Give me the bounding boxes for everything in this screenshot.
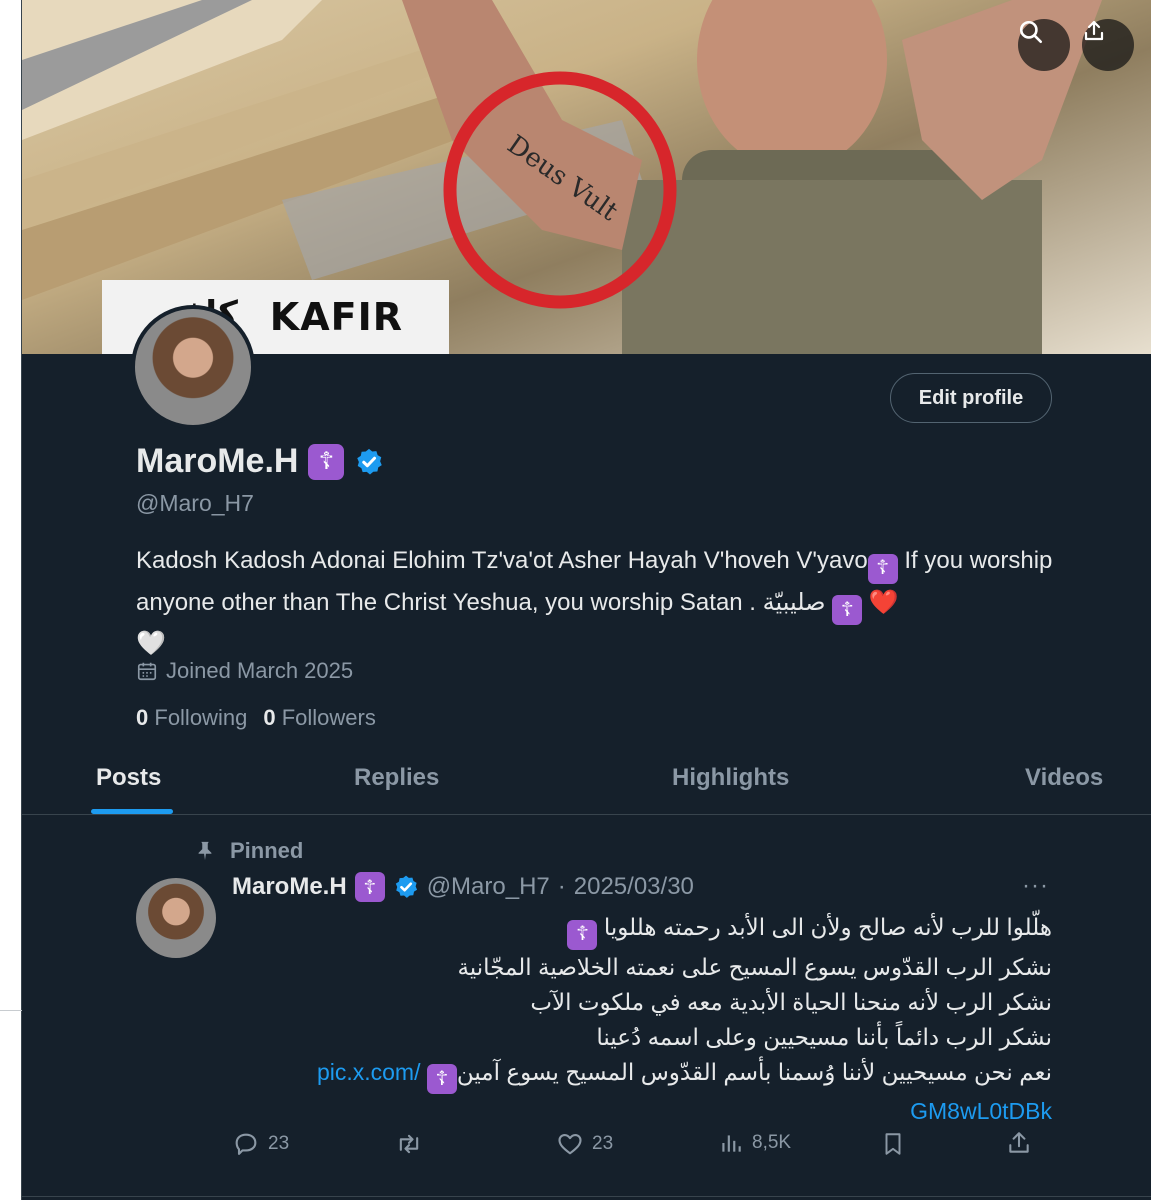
meta-separator: · <box>557 873 566 900</box>
left-edge <box>0 0 22 1200</box>
search-button[interactable] <box>1018 19 1070 71</box>
post-line: نشكر الرب القدّوس يسوع المسيح على نعمته … <box>457 953 1052 980</box>
profile-page: Deus Vult كافر KAFIR Edit profile MaroMe… <box>22 0 1151 1200</box>
share-profile-button[interactable] <box>1082 19 1134 71</box>
more-options-icon[interactable]: ··· <box>1022 872 1049 900</box>
media-link-continued[interactable]: GM8wL0tDBk <box>910 1098 1052 1124</box>
orthodox-cross-emoji: ☦ <box>867 553 898 584</box>
following-label: Following <box>154 705 248 730</box>
tab-videos[interactable]: Videos <box>1025 764 1103 792</box>
edit-profile-button[interactable]: Edit profile <box>890 373 1052 423</box>
followers-label: Followers <box>281 705 376 730</box>
repost-icon <box>399 1134 419 1154</box>
following-count: 0 <box>136 705 149 730</box>
profile-name-row: MaroMe.H ☦ <box>136 442 384 481</box>
media-link[interactable]: pic.x.com/ <box>317 1059 421 1085</box>
profile-avatar[interactable] <box>131 305 255 429</box>
profile-handle: @Maro_H7 <box>136 490 254 516</box>
reply-icon <box>235 1133 257 1155</box>
followers-count: 0 <box>263 705 276 730</box>
display-name: MaroMe.H <box>136 442 299 480</box>
post-line-text: نعم نحن مسيحيين لأننا وُسمنا بأسم القدّو… <box>456 1058 1052 1085</box>
post-text: هلّلوا للرب لأنه صالح ولأن الى الأبد رحم… <box>232 910 1052 1129</box>
profile-bio: Kadosh Kadosh Adonai Elohim Tz'va'ot Ash… <box>136 542 1066 662</box>
post-line: نشكر الرب دائماً بأننا مسيحيين وعلى اسمه… <box>596 1023 1052 1050</box>
orthodox-cross-emoji: ☦ <box>354 872 385 902</box>
bookmark-icon <box>885 1133 901 1155</box>
post-line: GM8wL0tDBk <box>232 1094 1052 1129</box>
calendar-icon <box>137 662 157 681</box>
reply-count: 23 <box>268 1133 290 1154</box>
like-button[interactable]: 23 <box>556 1130 613 1158</box>
view-count: 8,5K <box>752 1132 792 1153</box>
post-date[interactable]: 2025/03/30 <box>574 873 694 901</box>
post-line: نعم نحن مسيحيين لأننا وُسمنا بأسم القدّو… <box>232 1055 1052 1094</box>
verified-badge-icon[interactable] <box>354 447 384 477</box>
white-heart-emoji: 🤍 <box>136 630 166 657</box>
views-button[interactable]: 8,5K <box>718 1130 791 1156</box>
profile-tabs: Posts Replies Highlights Videos <box>22 746 1151 815</box>
follow-stats: 0 Following 0 Followers <box>136 705 376 731</box>
verified-badge-icon[interactable] <box>393 874 419 900</box>
pin-icon <box>198 841 212 861</box>
orthodox-cross-emoji: ☦ <box>832 595 863 625</box>
joined-text: Joined March 2025 <box>166 658 354 683</box>
banner-caption-text: KAFIR <box>269 295 403 339</box>
bio-text-1: Kadosh Kadosh Adonai Elohim Tz'va'ot Ash… <box>136 547 868 574</box>
post-author-handle[interactable]: @Maro_H7 <box>427 873 550 901</box>
views-icon <box>722 1135 741 1152</box>
active-tab-indicator <box>91 809 173 814</box>
followers-link[interactable]: 0 Followers <box>263 705 376 731</box>
tab-replies[interactable]: Replies <box>354 764 439 792</box>
heart-icon <box>558 1133 582 1155</box>
reply-button[interactable]: 23 <box>232 1130 289 1158</box>
like-count: 23 <box>592 1133 614 1154</box>
post-header: MaroMe.H ☦ @Maro_H7 · 2025/03/30 <box>232 872 694 902</box>
post-line-text: هلّلوا للرب لأنه صالح ولأن الى الأبد رحم… <box>603 914 1052 940</box>
share-icon <box>1009 1132 1029 1153</box>
share-icon <box>1084 20 1104 41</box>
profile-banner[interactable]: Deus Vult كافر KAFIR <box>22 0 1151 354</box>
bookmark-button[interactable] <box>880 1130 906 1158</box>
post-line: نشكر الرب لأنه منحنا الحياة الأبدية معه … <box>530 988 1052 1015</box>
post-divider <box>22 1196 1151 1197</box>
tab-highlights[interactable]: Highlights <box>672 764 789 792</box>
post-author-avatar[interactable] <box>136 878 216 958</box>
orthodox-cross-emoji: ☦ <box>567 919 598 950</box>
left-edge-divider <box>0 1010 22 1011</box>
repost-button[interactable] <box>394 1130 424 1158</box>
post-actions: 23 23 8,5K <box>232 1130 1052 1164</box>
orthodox-cross-emoji: ☦ <box>426 1064 457 1094</box>
pinned-label: Pinned <box>230 838 304 863</box>
share-post-button[interactable] <box>1006 1130 1032 1156</box>
joined-date: Joined March 2025 <box>136 658 353 684</box>
orthodox-cross-emoji: ☦ <box>308 443 345 480</box>
red-heart-emoji: ❤️ <box>868 588 899 616</box>
post-author-name[interactable]: MaroMe.H <box>232 873 347 901</box>
pinned-indicator: Pinned <box>194 838 303 864</box>
post-line: هلّلوا للرب لأنه صالح ولأن الى الأبد رحم… <box>232 910 1052 950</box>
tab-posts[interactable]: Posts <box>96 764 161 792</box>
search-icon <box>1019 20 1043 44</box>
following-link[interactable]: 0 Following <box>136 705 247 731</box>
